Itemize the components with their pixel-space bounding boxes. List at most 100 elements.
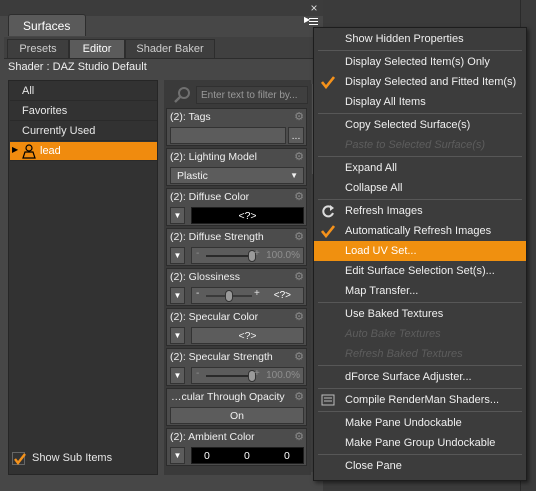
menu-item-auto-bake-textures: Auto Bake Textures — [314, 324, 526, 344]
opacity-toggle-button[interactable]: On — [170, 407, 304, 424]
menu-separator — [318, 113, 522, 114]
property-specular-strength: (2): Specular Strength ⚙ ▼ - + 100.0% — [166, 348, 307, 386]
menu-item-label: Load UV Set... — [345, 245, 417, 257]
gear-icon[interactable]: ⚙ — [294, 110, 304, 123]
property-specular-color: (2): Specular Color ⚙ ▼ <?> — [166, 308, 307, 346]
menu-item-label: Make Pane Group Undockable — [345, 437, 496, 449]
menu-item-display-selected-item-s-only[interactable]: Display Selected Item(s) Only — [314, 52, 526, 72]
slider-value[interactable]: 100.0% — [266, 250, 300, 261]
gear-icon[interactable]: ⚙ — [294, 150, 304, 163]
expand-button[interactable]: ▼ — [170, 287, 185, 304]
gear-icon[interactable]: ⚙ — [294, 270, 304, 283]
menu-item-expand-all[interactable]: Expand All — [314, 158, 526, 178]
menu-separator — [318, 454, 522, 455]
category-currently-used[interactable]: Currently Used — [10, 122, 157, 141]
menu-item-display-selected-and-fitted-item-s[interactable]: Display Selected and Fitted Item(s) — [314, 72, 526, 92]
chevron-down-icon: ▼ — [290, 171, 298, 180]
slider-track — [206, 255, 252, 257]
slider-value[interactable]: <?> — [274, 290, 291, 301]
ambient-color-rgb[interactable]: 0 0 0 — [191, 447, 304, 464]
gear-icon[interactable]: ⚙ — [294, 230, 304, 243]
ambient-green-value[interactable]: 0 — [244, 450, 250, 462]
menu-separator — [318, 302, 522, 303]
menu-item-label: Use Baked Textures — [345, 308, 444, 320]
property-label: (2): Diffuse Strength — [170, 231, 264, 243]
menu-item-make-pane-undockable[interactable]: Make Pane Undockable — [314, 413, 526, 433]
filter-input[interactable]: Enter text to filter by... — [196, 86, 308, 104]
expand-button[interactable]: ▼ — [170, 447, 185, 464]
menu-item-label: Map Transfer... — [345, 285, 419, 297]
gear-icon[interactable]: ⚙ — [294, 190, 304, 203]
lighting-model-select[interactable]: Plastic ▼ — [170, 167, 304, 184]
expand-button[interactable]: ▼ — [170, 247, 185, 264]
menu-item-use-baked-textures[interactable]: Use Baked Textures — [314, 304, 526, 324]
menu-item-label: Refresh Baked Textures — [345, 348, 463, 360]
pane-title-tab[interactable]: Surfaces — [8, 14, 86, 36]
plus-icon[interactable]: + — [254, 368, 260, 379]
category-favorites[interactable]: Favorites — [10, 102, 157, 121]
minus-icon[interactable]: - — [196, 288, 199, 299]
property-label: (2): Tags — [170, 111, 211, 123]
search-icon — [174, 87, 190, 103]
category-all[interactable]: All — [10, 82, 157, 101]
property-glossiness: (2): Glossiness ⚙ ▼ - + <?> — [166, 268, 307, 306]
slider-value[interactable]: 100.0% — [266, 370, 300, 381]
menu-item-refresh-images[interactable]: Refresh Images — [314, 201, 526, 221]
menu-item-display-all-items[interactable]: Display All Items — [314, 92, 526, 112]
close-icon[interactable]: × — [308, 2, 320, 14]
menu-item-paste-to-selected-surface-s: Paste to Selected Surface(s) — [314, 135, 526, 155]
gear-icon[interactable]: ⚙ — [294, 390, 304, 403]
expand-arrow-icon[interactable]: ▶ — [12, 145, 18, 154]
menu-item-label: Compile RenderMan Shaders... — [345, 394, 500, 406]
menu-item-edit-surface-selection-set-s[interactable]: Edit Surface Selection Set(s)... — [314, 261, 526, 281]
property-lighting-model: (2): Lighting Model ⚙ Plastic ▼ — [166, 148, 307, 186]
menu-item-copy-selected-surface-s[interactable]: Copy Selected Surface(s) — [314, 115, 526, 135]
menu-item-load-uv-set[interactable]: Load UV Set... — [314, 241, 526, 261]
property-label: (2): Lighting Model — [170, 151, 257, 163]
category-list: All Favorites Currently Used ▶ lead — [8, 80, 158, 475]
menu-item-make-pane-group-undockable[interactable]: Make Pane Group Undockable — [314, 433, 526, 453]
expand-button[interactable]: ▼ — [170, 367, 185, 384]
gear-icon[interactable]: ⚙ — [294, 310, 304, 323]
menu-separator — [318, 199, 522, 200]
diffuse-color-swatch[interactable]: <?> — [191, 207, 304, 224]
tab-editor[interactable]: Editor — [69, 39, 125, 58]
minus-icon[interactable]: - — [196, 248, 199, 259]
category-lead[interactable]: ▶ lead — [10, 142, 157, 161]
menu-item-label: Paste to Selected Surface(s) — [345, 139, 486, 151]
expand-button[interactable]: ▼ — [170, 327, 185, 344]
tags-browse-button[interactable]: ... — [288, 127, 304, 144]
checkbox[interactable] — [12, 452, 26, 465]
menu-item-label: Refresh Images — [345, 205, 423, 217]
select-value: Plastic — [177, 170, 208, 182]
tab-presets[interactable]: Presets — [7, 39, 69, 58]
diffuse-strength-slider[interactable]: - + 100.0% — [191, 247, 304, 264]
tags-field[interactable] — [170, 127, 286, 144]
gear-icon[interactable]: ⚙ — [294, 350, 304, 363]
menu-item-map-transfer[interactable]: Map Transfer... — [314, 281, 526, 301]
specular-color-swatch[interactable]: <?> — [191, 327, 304, 344]
menu-item-automatically-refresh-images[interactable]: Automatically Refresh Images — [314, 221, 526, 241]
expand-button[interactable]: ▼ — [170, 207, 185, 224]
minus-icon[interactable]: - — [196, 368, 199, 379]
ambient-red-value[interactable]: 0 — [204, 450, 210, 462]
slider-knob[interactable] — [225, 290, 233, 302]
menu-item-show-hidden-properties[interactable]: Show Hidden Properties — [314, 29, 526, 49]
menu-item-dforce-surface-adjuster[interactable]: dForce Surface Adjuster... — [314, 367, 526, 387]
tab-shader-baker[interactable]: Shader Baker — [125, 39, 215, 58]
menu-item-compile-renderman-shaders[interactable]: Compile RenderMan Shaders... — [314, 390, 526, 410]
ambient-blue-value[interactable]: 0 — [284, 450, 290, 462]
menu-item-collapse-all[interactable]: Collapse All — [314, 178, 526, 198]
menu-separator — [318, 50, 522, 51]
specular-strength-slider[interactable]: - + 100.0% — [191, 367, 304, 384]
menu-item-close-pane[interactable]: Close Pane — [314, 456, 526, 476]
menu-separator — [318, 156, 522, 157]
property-label: (2): Glossiness — [170, 271, 241, 283]
checkmark-icon — [320, 224, 336, 239]
property-ambient-color: (2): Ambient Color ⚙ ▼ 0 0 0 — [166, 428, 307, 466]
plus-icon[interactable]: + — [254, 288, 260, 299]
property-tags: (2): Tags ⚙ ... — [166, 108, 307, 146]
glossiness-slider[interactable]: - + <?> — [191, 287, 304, 304]
plus-icon[interactable]: + — [254, 248, 260, 259]
gear-icon[interactable]: ⚙ — [294, 430, 304, 443]
